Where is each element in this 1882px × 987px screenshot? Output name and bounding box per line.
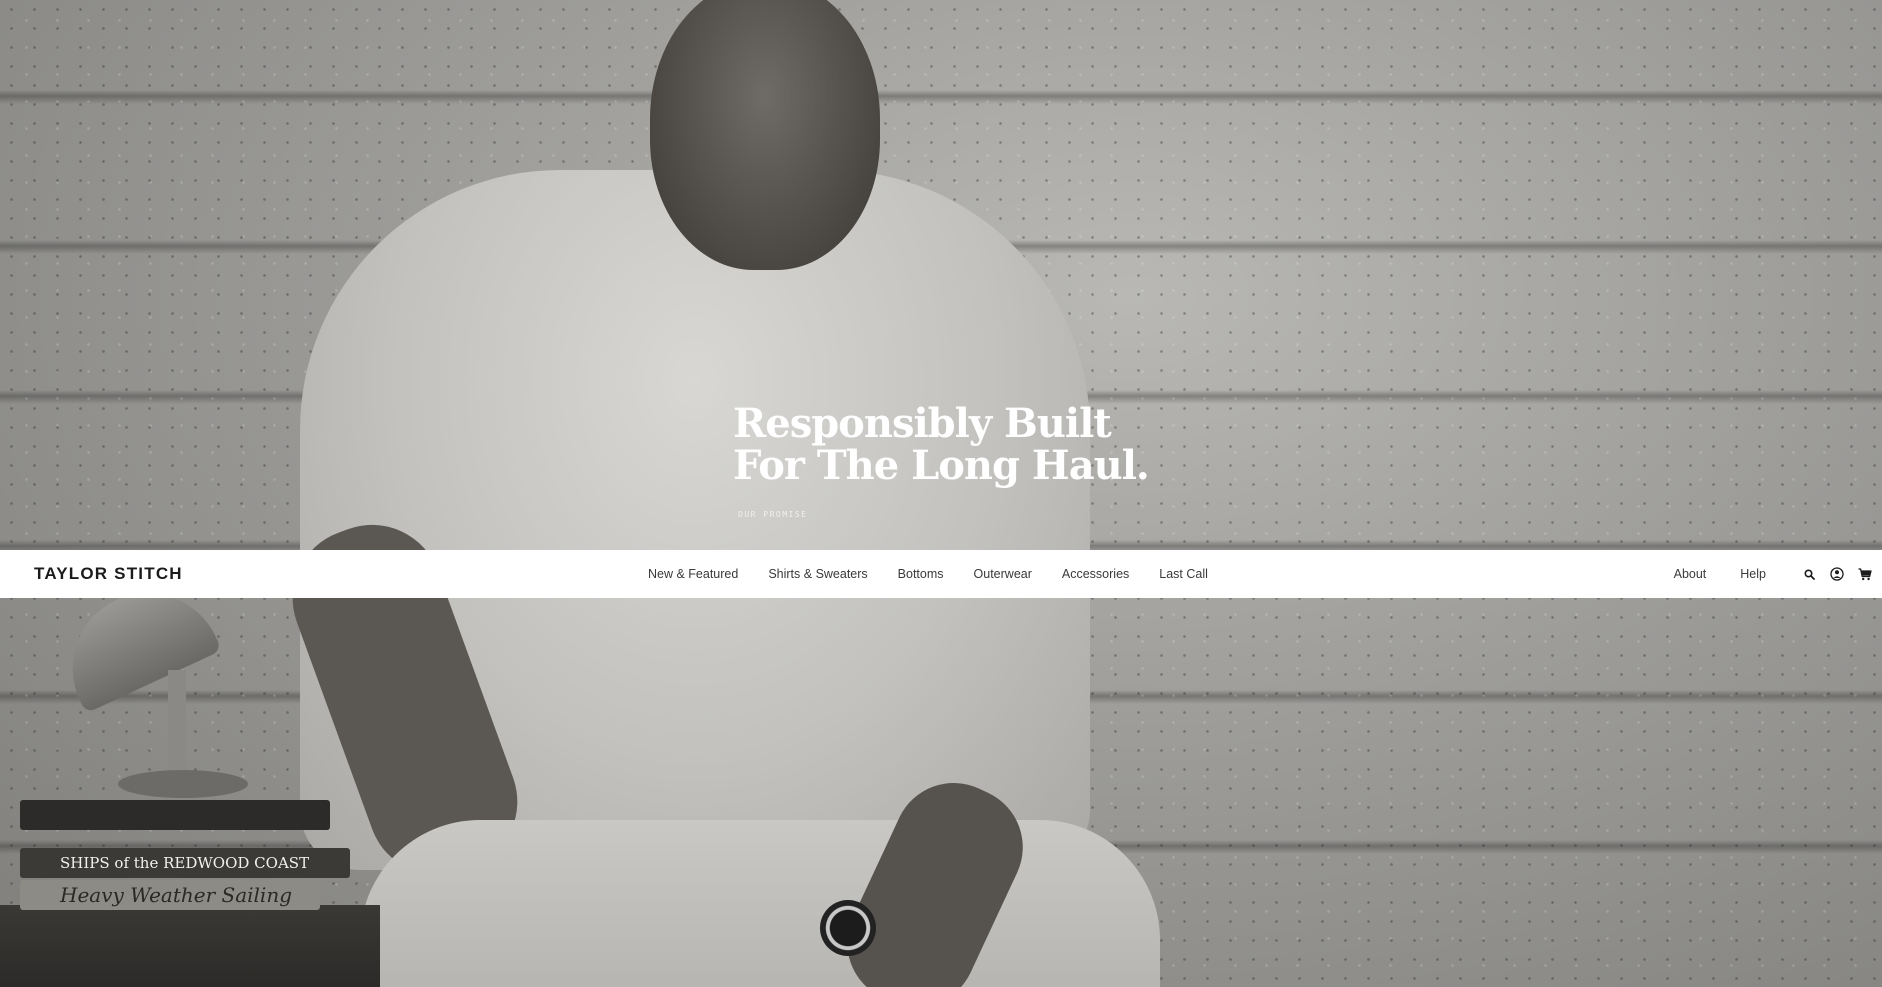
book-top — [20, 800, 330, 830]
nav-item-help[interactable]: Help — [1740, 567, 1766, 581]
search-icon[interactable] — [1798, 563, 1820, 585]
book-stack: SHIPS of the REDWOOD COAST Heavy Weather… — [20, 800, 360, 910]
model-head — [650, 0, 880, 270]
nav-item-about[interactable]: About — [1674, 567, 1707, 581]
our-promise-link[interactable]: OUR PROMISE — [738, 510, 807, 519]
nav-item-last-call[interactable]: Last Call — [1159, 567, 1208, 581]
nav-item-accessories[interactable]: Accessories — [1062, 567, 1129, 581]
book-bottom: Heavy Weather Sailing — [20, 880, 320, 910]
hero-image: SHIPS of the REDWOOD COAST Heavy Weather… — [0, 0, 1882, 987]
main-navbar: TAYLOR STITCH New & Featured Shirts & Sw… — [0, 550, 1882, 598]
nav-item-outerwear[interactable]: Outerwear — [974, 567, 1032, 581]
brand-logo[interactable]: TAYLOR STITCH — [34, 550, 183, 598]
nav-item-bottoms[interactable]: Bottoms — [898, 567, 944, 581]
side-table — [0, 905, 380, 987]
hero-headline-line2: For The Long Haul. — [733, 442, 1150, 489]
cart-icon[interactable] — [1854, 563, 1876, 585]
secondary-nav: About Help — [1674, 550, 1876, 598]
nav-item-new-featured[interactable]: New & Featured — [648, 567, 738, 581]
hero-headline-line1: Responsibly Built — [733, 400, 1112, 447]
book-middle: SHIPS of the REDWOOD COAST — [20, 848, 350, 878]
lamp-base — [118, 770, 248, 798]
model-legs — [360, 820, 1160, 987]
wristwatch — [820, 900, 876, 956]
nav-item-shirts-sweaters[interactable]: Shirts & Sweaters — [768, 567, 867, 581]
hero-headline: Responsibly Built For The Long Haul. — [733, 400, 1150, 489]
account-icon[interactable] — [1826, 563, 1848, 585]
lamp-stem — [168, 670, 186, 780]
primary-nav: New & Featured Shirts & Sweaters Bottoms… — [648, 550, 1208, 598]
